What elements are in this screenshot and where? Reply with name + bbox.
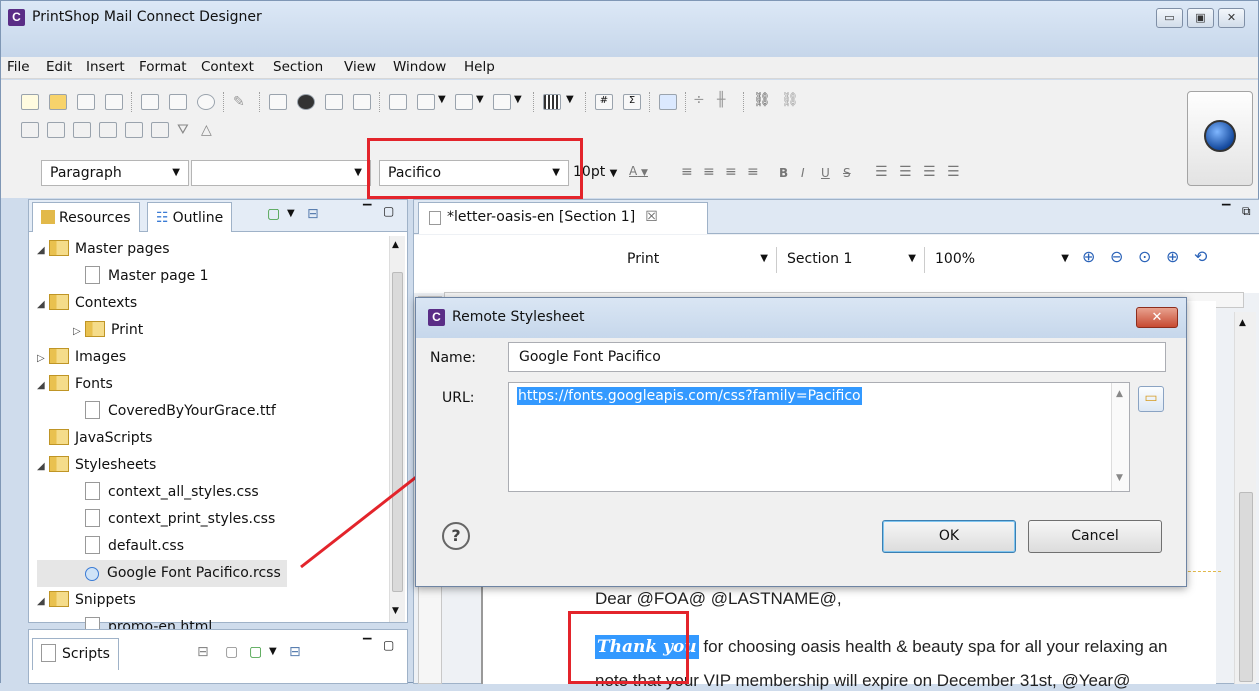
url-scroll-up-icon[interactable]: ▲ — [1116, 389, 1123, 399]
remote-stylesheet-dialog: C Remote Stylesheet ✕ Name: Google Font … — [415, 297, 1187, 587]
dialog-close-button[interactable]: ✕ — [1136, 307, 1178, 328]
url-label: URL: — [442, 390, 475, 406]
dialog-title-bar: C Remote Stylesheet ✕ — [416, 298, 1186, 338]
dialog-title: Remote Stylesheet — [452, 309, 585, 325]
name-field[interactable]: Google Font Pacifico — [508, 342, 1166, 372]
dialog-app-icon: C — [428, 309, 445, 326]
ok-button[interactable]: OK — [882, 520, 1016, 553]
url-value[interactable]: https://fonts.googleapis.com/css?family=… — [517, 387, 862, 405]
browse-folder-icon[interactable]: ▭ — [1138, 386, 1164, 412]
name-label: Name: — [430, 350, 477, 366]
url-field[interactable]: https://fonts.googleapis.com/css?family=… — [508, 382, 1130, 492]
url-scrollbar[interactable]: ▲ ▼ — [1111, 383, 1129, 491]
app-window: C PrintShop Mail Connect Designer ▭ ▣ ✕ … — [0, 0, 1259, 690]
cancel-button[interactable]: Cancel — [1028, 520, 1162, 553]
help-icon[interactable]: ? — [442, 522, 470, 550]
url-scroll-down-icon[interactable]: ▼ — [1116, 473, 1123, 483]
